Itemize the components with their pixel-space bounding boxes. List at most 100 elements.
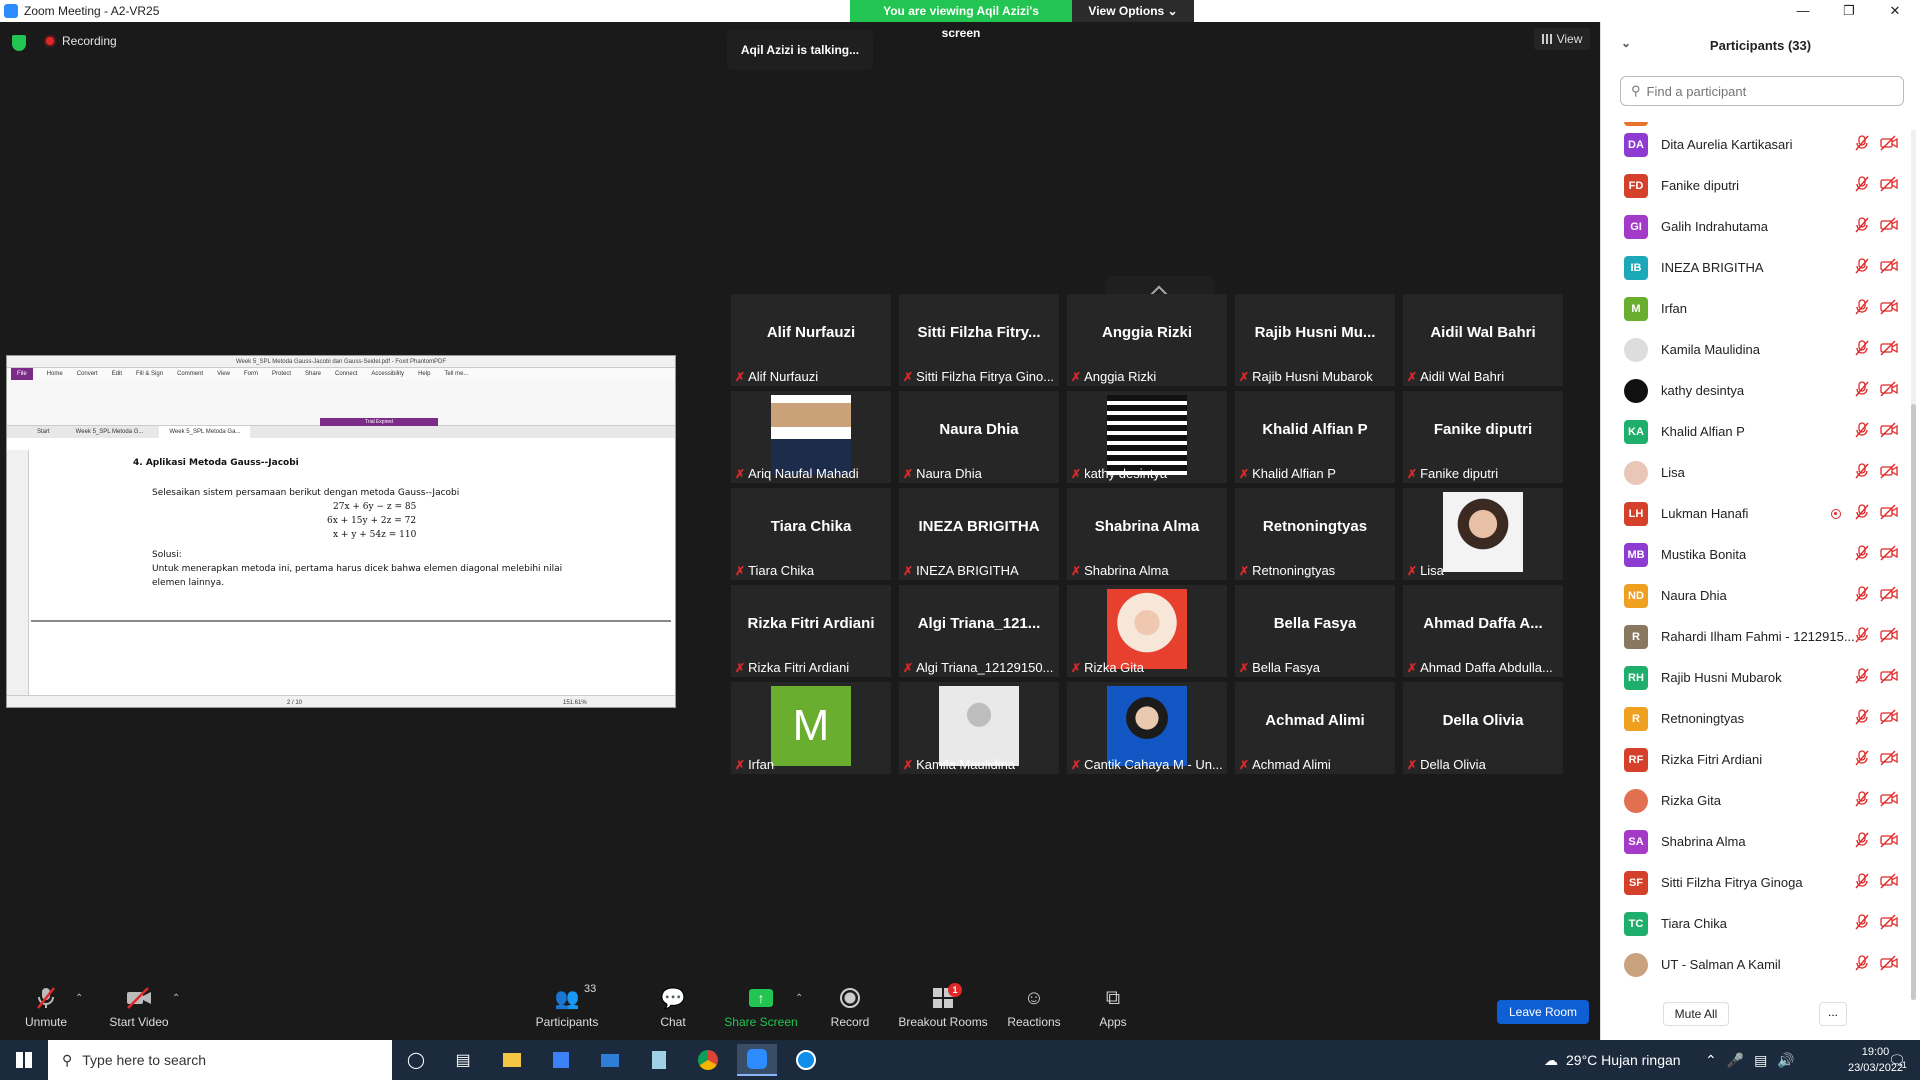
zoom-taskbar-icon[interactable] [737, 1044, 777, 1076]
participant-search[interactable]: ⚲ [1620, 76, 1904, 106]
start-video-button[interactable]: Start Video [106, 985, 172, 1029]
mic-muted-icon[interactable] [1854, 299, 1870, 318]
shared-screen[interactable]: Week 5_SPL Metoda Gauss-Jacobi dan Gauss… [6, 355, 676, 708]
video-off-icon[interactable] [1880, 135, 1898, 154]
video-off-icon[interactable] [1880, 709, 1898, 728]
chrome-icon[interactable] [688, 1044, 728, 1076]
mic-muted-icon[interactable] [1854, 586, 1870, 605]
participant-row[interactable]: ND Naura Dhia [1601, 575, 1907, 616]
video-tile[interactable]: Aidil Wal Bahri ✗ Aidil Wal Bahri [1403, 294, 1563, 386]
volume-icon[interactable]: 🔊 [1777, 1052, 1794, 1069]
video-tile[interactable]: Achmad Alimi ✗ Achmad Alimi [1235, 682, 1395, 774]
video-tile[interactable]: Sitti Filzha Fitry... ✗ Sitti Filzha Fitry… [899, 294, 1059, 386]
video-options-caret-icon[interactable]: ⌃ [172, 993, 180, 1004]
participant-row[interactable]: M Irfan [1601, 288, 1907, 329]
mic-muted-icon[interactable] [1854, 176, 1870, 195]
video-tile[interactable]: Fanike diputri ✗ Fanike diputri [1403, 391, 1563, 483]
participant-row[interactable]: TC Tiara Chika [1601, 903, 1907, 944]
video-tile[interactable]: Shabrina Alma ✗ Shabrina Alma [1067, 488, 1227, 580]
video-tile[interactable]: INEZA BRIGITHA ✗ INEZA BRIGITHA [899, 488, 1059, 580]
start-button[interactable] [0, 1040, 48, 1080]
network-icon[interactable]: ▤ [1754, 1052, 1767, 1069]
video-tile[interactable]: Della Olivia ✗ Della Olivia [1403, 682, 1563, 774]
mic-muted-icon[interactable] [1854, 135, 1870, 154]
unmute-button[interactable]: Unmute [20, 985, 72, 1029]
foxit-icon[interactable] [639, 1044, 679, 1076]
task-view-icon[interactable]: ▤ [443, 1044, 483, 1076]
mic-muted-icon[interactable] [1854, 381, 1870, 400]
mic-muted-icon[interactable] [1854, 422, 1870, 441]
mic-muted-icon[interactable] [1854, 791, 1870, 810]
record-button[interactable]: Record [829, 985, 871, 1029]
chevron-up-icon[interactable]: ⌃ [1705, 1052, 1717, 1069]
video-tile[interactable]: Retnoningtyas ✗ Retnoningtyas [1235, 488, 1395, 580]
video-tile[interactable]: ✗ kathy desintya [1067, 391, 1227, 483]
share-options-caret-icon[interactable]: ⌃ [795, 993, 803, 1004]
video-off-icon[interactable] [1880, 504, 1898, 523]
video-tile[interactable]: Rizka Fitri Ardiani ✗ Rizka Fitri Ardiani [731, 585, 891, 677]
mic-muted-icon[interactable] [1854, 709, 1870, 728]
reactions-button[interactable]: ☺ Reactions [1007, 985, 1061, 1030]
breakout-rooms-button[interactable]: 1 Breakout Rooms [897, 983, 989, 1029]
participants-button[interactable]: 👥 33 Participants [535, 983, 599, 1029]
video-off-icon[interactable] [1880, 176, 1898, 195]
participant-row[interactable]: SA Shabrina Alma [1601, 821, 1907, 862]
mic-muted-icon[interactable] [1854, 545, 1870, 564]
video-off-icon[interactable] [1880, 463, 1898, 482]
mic-muted-icon[interactable] [1854, 463, 1870, 482]
video-off-icon[interactable] [1880, 586, 1898, 605]
participant-row[interactable]: Lisa [1601, 452, 1907, 493]
weather-widget[interactable]: ☁ 29°C Hujan ringan [1544, 1040, 1681, 1080]
video-off-icon[interactable] [1880, 217, 1898, 236]
video-tile[interactable]: Khalid Alfian P ✗ Khalid Alfian P [1235, 391, 1395, 483]
video-off-icon[interactable] [1880, 299, 1898, 318]
participant-row[interactable]: KA Khalid Alfian P [1601, 411, 1907, 452]
maximize-button[interactable]: ❐ [1826, 0, 1872, 22]
video-off-icon[interactable] [1880, 422, 1898, 441]
view-options-button[interactable]: View Options ⌄ [1072, 0, 1194, 22]
participant-row[interactable]: LH Lukman Hanafi [1601, 493, 1907, 534]
video-off-icon[interactable] [1880, 955, 1898, 974]
video-off-icon[interactable] [1880, 258, 1898, 277]
video-tile[interactable]: Rajib Husni Mu... ✗ Rajib Husni Mubarok [1235, 294, 1395, 386]
mic-muted-icon[interactable] [1854, 832, 1870, 851]
video-off-icon[interactable] [1880, 340, 1898, 359]
participant-list-scrollbar[interactable] [1911, 130, 1916, 1000]
mic-muted-icon[interactable] [1854, 955, 1870, 974]
mic-muted-icon[interactable] [1854, 504, 1870, 523]
mic-muted-icon[interactable] [1854, 627, 1870, 646]
video-tile[interactable]: Anggia Rizki ✗ Anggia Rizki [1067, 294, 1227, 386]
video-tile[interactable]: Bella Fasya ✗ Bella Fasya [1235, 585, 1395, 677]
scrollbar-thumb[interactable] [1911, 404, 1916, 1000]
participant-row[interactable]: kathy desintya [1601, 370, 1907, 411]
video-off-icon[interactable] [1880, 832, 1898, 851]
video-off-icon[interactable] [1880, 627, 1898, 646]
participant-row[interactable]: R Rahardi Ilham Fahmi - 1212915... [1601, 616, 1907, 657]
teamviewer-icon[interactable] [786, 1044, 826, 1076]
video-tile[interactable]: Naura Dhia ✗ Naura Dhia [899, 391, 1059, 483]
video-off-icon[interactable] [1880, 873, 1898, 892]
video-tile[interactable]: ✗ Cantik Cahaya M - Un... [1067, 682, 1227, 774]
mic-muted-icon[interactable] [1854, 873, 1870, 892]
video-off-icon[interactable] [1880, 750, 1898, 769]
participant-row[interactable]: R Retnoningtyas [1601, 698, 1907, 739]
video-off-icon[interactable] [1880, 791, 1898, 810]
close-button[interactable]: ✕ [1872, 0, 1918, 22]
collapse-panel-chevron-icon[interactable]: ⌄ [1621, 36, 1631, 50]
video-tile[interactable]: Tiara Chika ✗ Tiara Chika [731, 488, 891, 580]
mic-muted-icon[interactable] [1854, 217, 1870, 236]
participant-row[interactable]: MB Mustika Bonita [1601, 534, 1907, 575]
participant-row[interactable]: SF Sitti Filzha Fitrya Ginoga [1601, 862, 1907, 903]
video-off-icon[interactable] [1880, 668, 1898, 687]
video-off-icon[interactable] [1880, 914, 1898, 933]
participant-row[interactable]: IB INEZA BRIGITHA [1601, 247, 1907, 288]
chat-button[interactable]: 💬 Chat [655, 985, 691, 1030]
mic-muted-icon[interactable] [1854, 340, 1870, 359]
video-off-icon[interactable] [1880, 545, 1898, 564]
mute-all-button[interactable]: Mute All [1663, 1002, 1729, 1026]
video-tile[interactable]: M ✗ Irfan [731, 682, 891, 774]
video-tile[interactable]: ✗ Ariq Naufal Mahadi [731, 391, 891, 483]
participant-row[interactable]: RH Rajib Husni Mubarok [1601, 657, 1907, 698]
participant-row[interactable]: Rizka Gita [1601, 780, 1907, 821]
notification-center-icon[interactable]: 🗨 1 [1888, 1040, 1907, 1080]
